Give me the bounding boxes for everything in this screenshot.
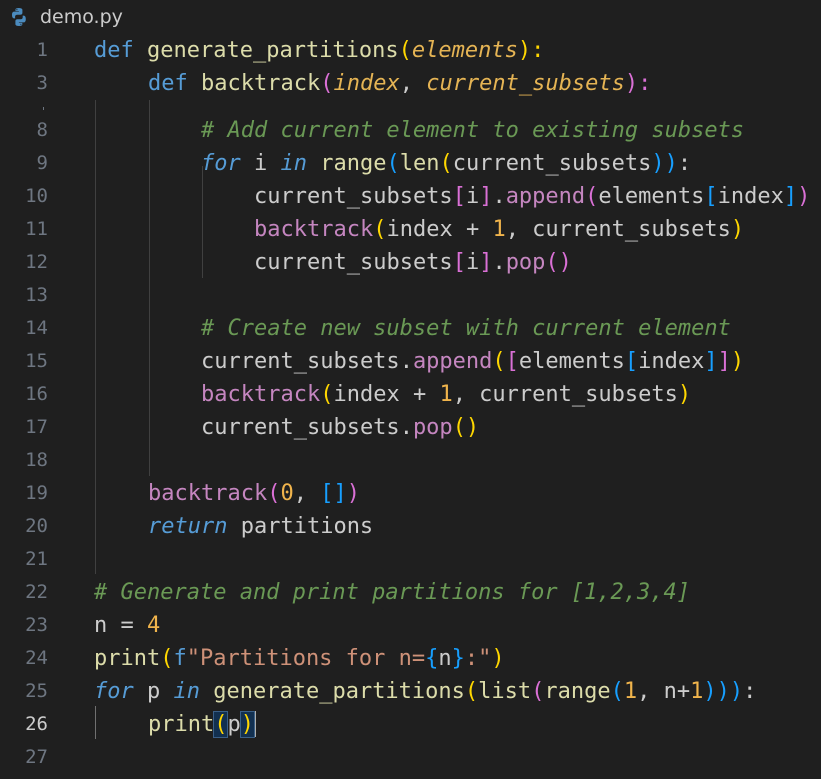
python-icon bbox=[12, 8, 26, 26]
line-number: 18 bbox=[25, 449, 48, 471]
line-number: 17 bbox=[25, 416, 48, 438]
code-line[interactable]: 16 backtrack(index + 1, current_subsets) bbox=[0, 378, 821, 411]
line-number: 21 bbox=[25, 548, 48, 570]
code-line[interactable]: 3 def backtrack(index, current_subsets): bbox=[0, 67, 821, 100]
editor-tab-header: demo.py bbox=[0, 0, 821, 34]
code-line[interactable]: 13 bbox=[0, 279, 821, 312]
file-name[interactable]: demo.py bbox=[40, 5, 123, 29]
line-number: 1 bbox=[36, 39, 48, 61]
line-number: 13 bbox=[25, 284, 48, 306]
code-line[interactable]: 23 n = 4 bbox=[0, 609, 821, 642]
code-line[interactable]: 11 backtrack(index + 1, current_subsets) bbox=[0, 213, 821, 246]
line-number: 11 bbox=[25, 218, 48, 240]
code-line[interactable]: 9 for i in range(len(current_subsets)): bbox=[0, 147, 821, 180]
code-line-active[interactable]: 26 print(p) bbox=[0, 708, 821, 741]
code-line[interactable]: 17 current_subsets.pop() bbox=[0, 411, 821, 444]
code-line[interactable]: 10 current_subsets[i].append(elements[in… bbox=[0, 180, 821, 213]
code-line[interactable]: 21 bbox=[0, 543, 821, 576]
line-number: 19 bbox=[25, 482, 48, 504]
line-number: 15 bbox=[25, 350, 48, 372]
code-line[interactable]: 8 # Add current element to existing subs… bbox=[0, 114, 821, 147]
code-line[interactable]: 22 # Generate and print partitions for [… bbox=[0, 576, 821, 609]
code-line[interactable]: 27 bbox=[0, 741, 821, 774]
line-number: 14 bbox=[25, 317, 48, 339]
code-line[interactable]: 1 def generate_partitions(elements): bbox=[0, 34, 821, 67]
code-line[interactable]: 15 current_subsets.append([elements[inde… bbox=[0, 345, 821, 378]
line-number: 16 bbox=[25, 383, 48, 405]
code-line[interactable]: 12 current_subsets[i].pop() bbox=[0, 246, 821, 279]
code-line[interactable]: 14 # Create new subset with current elem… bbox=[0, 312, 821, 345]
line-number: 22 bbox=[25, 581, 48, 603]
text-cursor bbox=[253, 711, 256, 737]
matching-bracket: ) bbox=[239, 711, 256, 738]
code-line[interactable]: 24 print(f"Partitions for n={n}:") bbox=[0, 642, 821, 675]
code-line[interactable]: 25 for p in generate_partitions(list(ran… bbox=[0, 675, 821, 708]
code-line[interactable]: 18 bbox=[0, 444, 821, 477]
line-number: 10 bbox=[25, 185, 48, 207]
matching-bracket: ( bbox=[213, 711, 229, 738]
line-number: 20 bbox=[25, 515, 48, 537]
line-number: 8 bbox=[36, 119, 48, 141]
line-number: 3 bbox=[36, 72, 48, 94]
line-number: 24 bbox=[25, 647, 48, 669]
line-number: 9 bbox=[36, 152, 48, 174]
line-number: 12 bbox=[25, 251, 48, 273]
line-number: 27 bbox=[25, 746, 48, 768]
code-line[interactable]: 20 return partitions bbox=[0, 510, 821, 543]
line-number: 26 bbox=[25, 713, 48, 735]
code-editor[interactable]: 1 def generate_partitions(elements): 3 d… bbox=[0, 34, 821, 779]
line-number: 25 bbox=[25, 680, 48, 702]
code-line[interactable]: 19 backtrack(0, []) bbox=[0, 477, 821, 510]
line-number: 23 bbox=[25, 614, 48, 636]
